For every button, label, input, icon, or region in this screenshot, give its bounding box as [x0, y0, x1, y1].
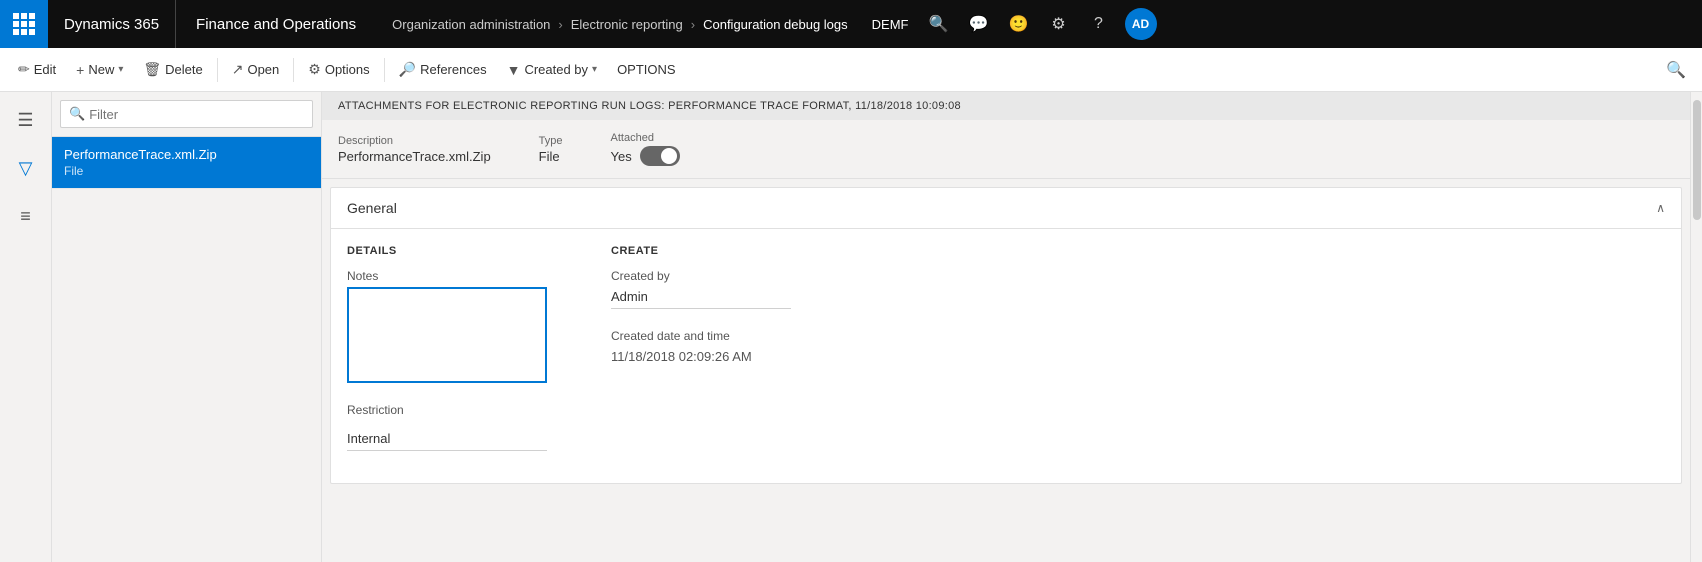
- description-label: Description: [338, 135, 491, 147]
- notes-label: Notes: [347, 269, 547, 283]
- top-nav: Dynamics 365 Finance and Operations Orga…: [0, 0, 1702, 48]
- meta-description: Description PerformanceTrace.xml.Zip: [338, 135, 491, 164]
- attached-label: Attached: [611, 132, 680, 144]
- delete-icon: 🗑: [143, 61, 161, 78]
- section-title: General: [347, 200, 397, 216]
- smiley-icon[interactable]: 🙂: [1001, 6, 1037, 42]
- section-body: DETAILS Notes Restriction Internal CREAT…: [331, 229, 1681, 483]
- delete-button[interactable]: 🗑 Delete: [133, 54, 212, 86]
- toolbar-right: 🔍: [1658, 56, 1694, 84]
- restriction-value: Internal: [347, 429, 547, 451]
- references-button[interactable]: 🔎 References: [389, 54, 497, 86]
- brand-finance-operations[interactable]: Finance and Operations: [176, 0, 376, 48]
- restriction-field: Restriction Internal: [347, 403, 547, 451]
- sidebar: ☰ ▽ ≡: [0, 92, 52, 562]
- help-icon[interactable]: ?: [1081, 6, 1117, 42]
- breadcrumb: Organization administration › Electronic…: [376, 17, 864, 32]
- sidebar-list-icon[interactable]: ≡: [6, 196, 46, 236]
- details-header: DETAILS: [347, 245, 547, 257]
- attached-toggle-container: Yes: [611, 146, 680, 166]
- created-date-field: Created date and time 11/18/2018 02:09:2…: [611, 329, 791, 368]
- breadcrumb-org-admin[interactable]: Organization administration: [392, 17, 550, 32]
- sidebar-filter-icon[interactable]: ▽: [6, 148, 46, 188]
- filter-icon: ▼: [507, 62, 521, 78]
- list-panel: 🔍 PerformanceTrace.xml.Zip File: [52, 92, 322, 562]
- restriction-label: Restriction: [347, 403, 547, 417]
- toolbar: ✏ Edit + New ▾ 🗑 Delete ↗ Open ⚙ Options…: [0, 48, 1702, 92]
- new-button[interactable]: + New ▾: [66, 54, 133, 86]
- type-label: Type: [539, 135, 563, 147]
- filter-input-wrapper: 🔍: [60, 100, 313, 128]
- created-by-value: Admin: [611, 287, 791, 309]
- notes-textarea[interactable]: [347, 287, 547, 383]
- breadcrumb-electronic-reporting[interactable]: Electronic reporting: [571, 17, 683, 32]
- sidebar-nav-icon[interactable]: ☰: [6, 100, 46, 140]
- create-header: CREATE: [611, 245, 791, 257]
- detail-panel: ATTACHMENTS FOR ELECTRONIC REPORTING RUN…: [322, 92, 1690, 562]
- options-menu-button[interactable]: OPTIONS: [607, 54, 686, 86]
- open-button[interactable]: ↗ Open: [222, 54, 290, 86]
- search-icon-nav[interactable]: 🔍: [921, 6, 957, 42]
- open-icon: ↗: [232, 61, 244, 78]
- breadcrumb-config-debug[interactable]: Configuration debug logs: [703, 17, 848, 32]
- filter-input[interactable]: [89, 107, 304, 122]
- meta-type: Type File: [539, 135, 563, 164]
- environment-label: DEMF: [864, 17, 917, 32]
- toolbar-separator1: [217, 58, 218, 82]
- description-value: PerformanceTrace.xml.Zip: [338, 149, 491, 164]
- nav-left: Dynamics 365 Finance and Operations Orga…: [0, 0, 864, 48]
- general-section: General ∧ DETAILS Notes Restriction Inte…: [330, 187, 1682, 484]
- filter-search-icon: 🔍: [69, 106, 85, 122]
- created-by-chevron-icon: ▾: [592, 64, 597, 75]
- options-icon: ⚙: [308, 61, 321, 78]
- list-item-title: PerformanceTrace.xml.Zip: [64, 147, 309, 162]
- created-by-field: Created by Admin: [611, 269, 791, 309]
- app-grid-button[interactable]: [0, 0, 48, 48]
- list-filter-area: 🔍: [52, 92, 321, 137]
- list-item[interactable]: PerformanceTrace.xml.Zip File: [52, 137, 321, 189]
- toolbar-search-icon[interactable]: 🔍: [1658, 56, 1694, 84]
- type-value: File: [539, 149, 563, 164]
- details-column: DETAILS Notes Restriction Internal: [347, 245, 547, 467]
- right-scrollbar[interactable]: [1690, 92, 1702, 562]
- edit-button[interactable]: ✏ Edit: [8, 54, 66, 86]
- avatar[interactable]: AD: [1125, 8, 1157, 40]
- brand-dynamics365[interactable]: Dynamics 365: [48, 0, 176, 48]
- attached-toggle[interactable]: [640, 146, 680, 166]
- created-by-button[interactable]: ▼ Created by ▾: [497, 54, 607, 86]
- meta-attached: Attached Yes: [611, 132, 680, 166]
- create-column: CREATE Created by Admin Created date and…: [611, 245, 791, 467]
- main-layout: ☰ ▽ ≡ 🔍 PerformanceTrace.xml.Zip File AT…: [0, 92, 1702, 562]
- notes-field: Notes: [347, 269, 547, 383]
- breadcrumb-chevron1: ›: [558, 17, 562, 32]
- new-chevron-icon: ▾: [118, 64, 123, 75]
- section-collapse-icon: ∧: [1656, 201, 1665, 215]
- list-item-subtitle: File: [64, 164, 309, 178]
- references-icon: 🔎: [399, 61, 416, 78]
- breadcrumb-chevron2: ›: [691, 17, 695, 32]
- settings-icon[interactable]: ⚙: [1041, 6, 1077, 42]
- attachment-header: ATTACHMENTS FOR ELECTRONIC REPORTING RUN…: [322, 92, 1690, 120]
- plus-icon: +: [76, 62, 84, 78]
- section-header[interactable]: General ∧: [331, 188, 1681, 229]
- scrollbar-thumb[interactable]: [1693, 100, 1701, 220]
- grid-icon: [13, 13, 35, 35]
- list-items: PerformanceTrace.xml.Zip File: [52, 137, 321, 562]
- created-date-value: 11/18/2018 02:09:26 AM: [611, 347, 791, 368]
- edit-icon: ✏: [18, 61, 30, 78]
- created-date-label: Created date and time: [611, 329, 791, 343]
- created-by-label: Created by: [611, 269, 791, 283]
- chat-icon[interactable]: 💬: [961, 6, 997, 42]
- attached-value: Yes: [611, 149, 632, 164]
- toolbar-separator2: [293, 58, 294, 82]
- toolbar-separator3: [384, 58, 385, 82]
- options-button[interactable]: ⚙ Options: [298, 54, 379, 86]
- attachment-meta: Description PerformanceTrace.xml.Zip Typ…: [322, 120, 1690, 179]
- nav-right: DEMF 🔍 💬 🙂 ⚙ ? AD: [864, 6, 1165, 42]
